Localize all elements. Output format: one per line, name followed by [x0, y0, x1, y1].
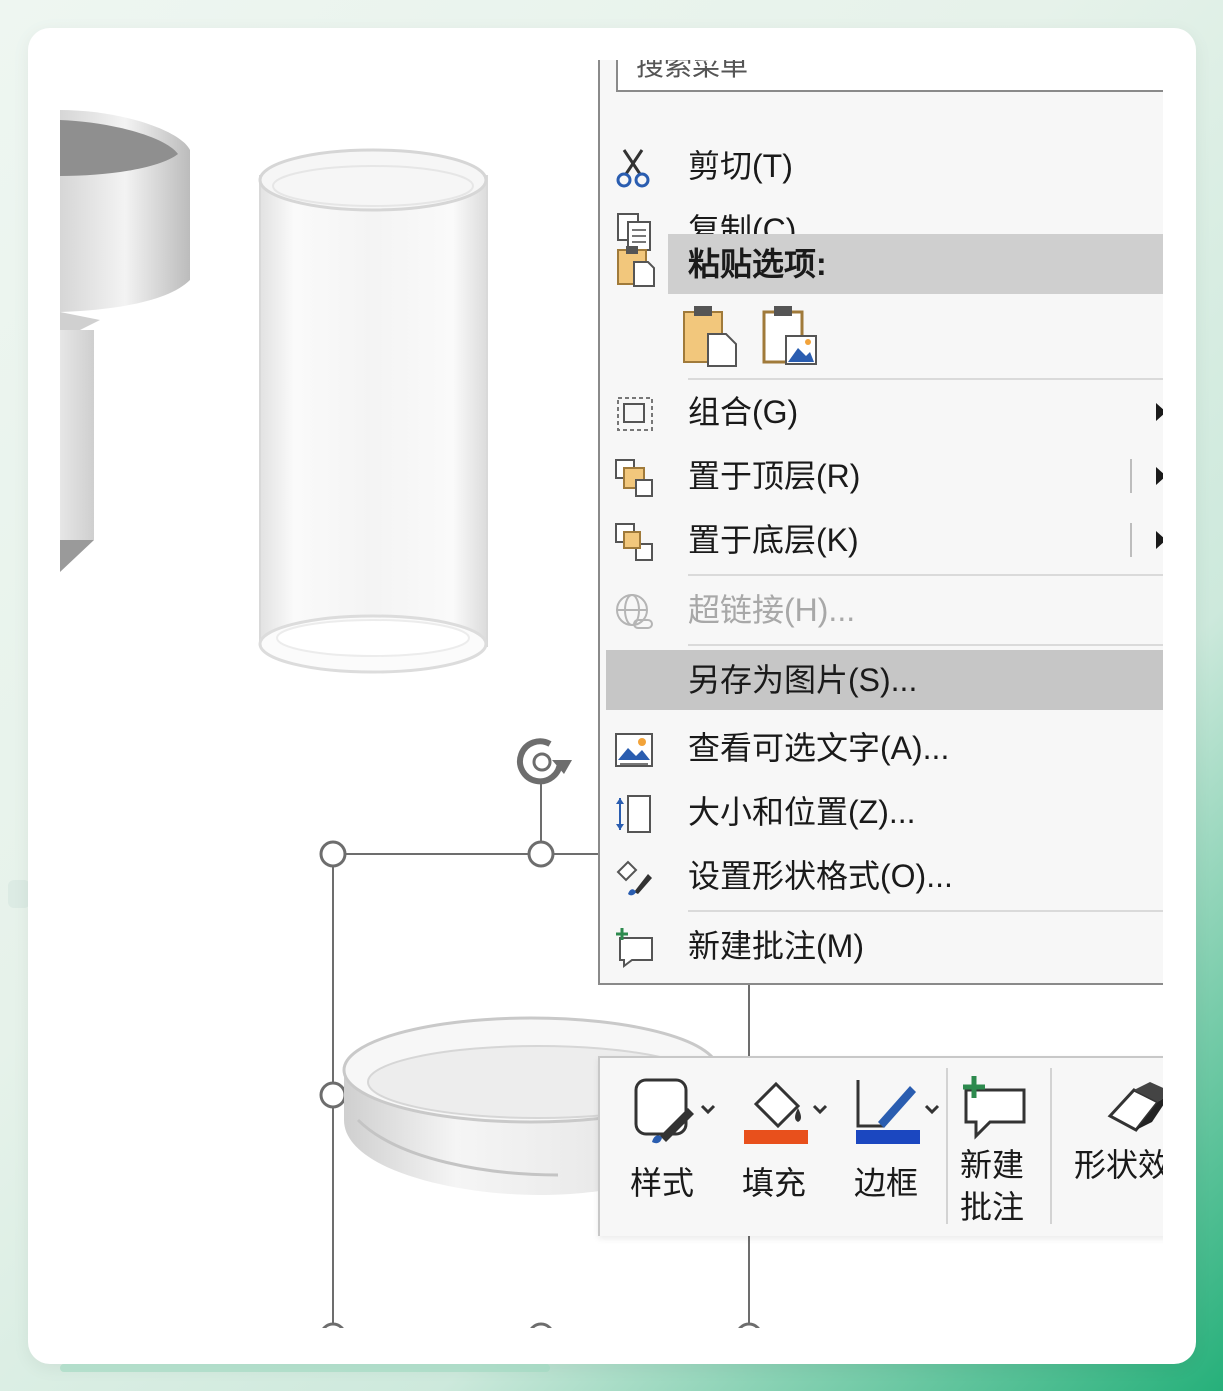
shape-effects-eraser-icon [1107, 1082, 1163, 1132]
toolbar-shape-effects-label: 形状效果 [1074, 1147, 1163, 1183]
submenu-arrow-icon[interactable] [1156, 467, 1163, 485]
menu-item-label: 组合(G) [688, 394, 799, 430]
new-comment-icon [616, 928, 653, 968]
toolbar-divider [946, 1068, 948, 1224]
paste-options-header: 粘贴选项: [668, 234, 1163, 294]
menu-item-hyperlink: 超链接(H)... [600, 580, 1163, 640]
menu-separator [688, 644, 1163, 646]
toolbar-style-button[interactable]: 样式 [630, 1058, 720, 1236]
toolbar-new-comment-label-1: 新建 [960, 1147, 1025, 1183]
border-pen-icon [856, 1080, 940, 1144]
bring-to-front-icon [615, 459, 653, 497]
toolbar-style-label: 样式 [630, 1165, 695, 1201]
toolbar-border-label: 边框 [854, 1165, 919, 1201]
size-position-icon [616, 795, 651, 833]
menu-item-bring-to-front[interactable]: 置于顶层(R) [600, 446, 1163, 506]
toolbar-new-comment-label-2: 批注 [960, 1189, 1025, 1225]
menu-item-label: 置于顶层(R) [688, 458, 861, 494]
new-comment-icon [963, 1076, 1026, 1140]
screenshot-card: 搜索菜单 剪切(T) 复制(C) 粘贴选项: 组合(G) 置于顶层(R) 置于底… [28, 28, 1196, 1364]
funnel-object[interactable] [60, 110, 200, 580]
rotate-handle-icon[interactable] [512, 732, 582, 792]
shape-style-icon [634, 1078, 716, 1144]
menu-item-label: 另存为图片(S)... [688, 662, 918, 698]
menu-item-cut[interactable]: 剪切(T) [600, 136, 1163, 196]
menu-item-new-comment[interactable]: 新建批注(M) [600, 916, 1163, 976]
menu-item-send-to-back[interactable]: 置于底层(K) [600, 510, 1163, 570]
paste-options-label: 粘贴选项: [688, 246, 827, 282]
side-decoration [8, 880, 30, 908]
toolbar-border-button[interactable]: 边框 [854, 1058, 944, 1236]
menu-item-label: 设置形状格式(O)... [688, 858, 953, 894]
toolbar-fill-button[interactable]: 填充 [742, 1058, 832, 1236]
menu-item-label: 剪切(T) [688, 148, 793, 184]
submenu-arrow-icon[interactable] [1156, 531, 1163, 549]
search-menu-input[interactable]: 搜索菜单 [616, 60, 1163, 92]
send-to-back-icon [615, 523, 653, 561]
menu-separator [688, 574, 1163, 576]
menu-item-label: 新建批注(M) [688, 928, 864, 964]
toolbar-fill-label: 填充 [742, 1165, 807, 1201]
alt-text-image-icon [615, 733, 653, 767]
slide-canvas[interactable]: 搜索菜单 剪切(T) 复制(C) 粘贴选项: 组合(G) 置于顶层(R) 置于底… [60, 60, 1163, 1335]
menu-separator [688, 910, 1163, 912]
menu-item-format-shape[interactable]: 设置形状格式(O)... [600, 846, 1163, 906]
mini-toolbar: 样式 填充 边框 新建 批注 形状效 [598, 1056, 1163, 1236]
menu-item-save-as-picture[interactable]: 另存为图片(S)... [606, 650, 1163, 710]
fill-bucket-icon [744, 1081, 828, 1144]
paste-keep-source-icon[interactable] [680, 304, 740, 368]
menu-item-label: 查看可选文字(A)... [688, 730, 950, 766]
menu-item-label: 超链接(H)... [688, 592, 856, 628]
glass-cylinder[interactable] [256, 146, 491, 676]
toolbar-shape-effects-button[interactable]: 形状效果 [1074, 1058, 1163, 1236]
hyperlink-globe-icon [616, 594, 653, 629]
toolbar-divider [1050, 1068, 1052, 1224]
menu-item-label: 置于底层(K) [688, 522, 859, 558]
group-icon [617, 397, 653, 431]
toolbar-new-comment-button[interactable]: 新建 批注 [960, 1058, 1040, 1236]
paste-as-picture-icon[interactable] [760, 304, 820, 368]
menu-item-view-alt-text[interactable]: 查看可选文字(A)... [600, 718, 1163, 778]
split-divider [1130, 459, 1132, 493]
menu-item-group[interactable]: 组合(G) [600, 382, 1163, 442]
bottom-progress-decoration [60, 1364, 550, 1372]
submenu-arrow-icon [1156, 403, 1163, 421]
context-menu: 搜索菜单 剪切(T) 复制(C) 粘贴选项: 组合(G) 置于顶层(R) 置于底… [598, 60, 1163, 985]
menu-separator [688, 378, 1163, 380]
menu-item-size-position[interactable]: 大小和位置(Z)... [600, 782, 1163, 842]
format-shape-icon [616, 860, 652, 896]
scissors-icon [616, 149, 650, 188]
clipboard-icon [617, 246, 655, 287]
menu-item-label: 大小和位置(Z)... [688, 794, 916, 830]
split-divider [1130, 523, 1132, 557]
